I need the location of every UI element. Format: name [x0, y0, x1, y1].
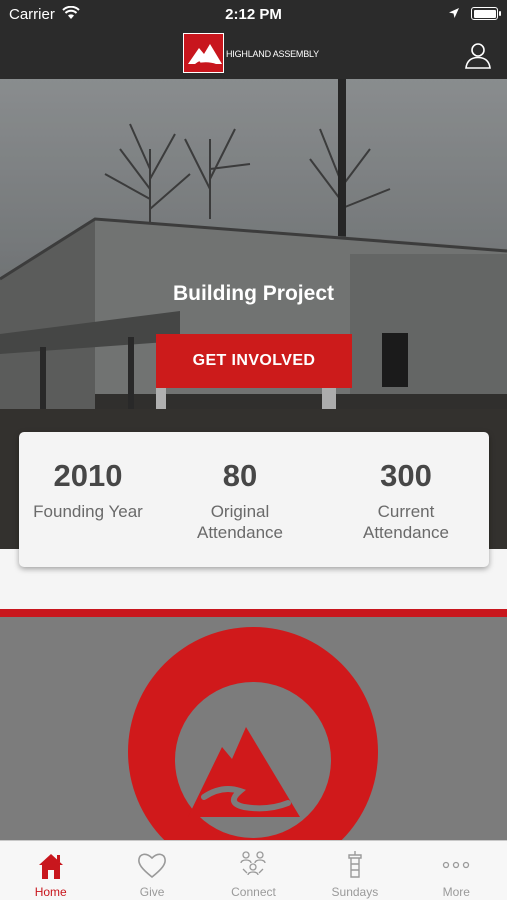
tab-sundays[interactable]: Sundays — [304, 841, 405, 900]
mountain-emblem-icon — [128, 627, 378, 840]
tab-bar: Home Give Connect Sundays More — [0, 840, 507, 900]
home-icon — [38, 854, 63, 879]
tab-label: Connect — [231, 885, 276, 899]
stat-original-attendance: 80 Original Attendance — [157, 432, 323, 567]
tab-label: Sundays — [331, 885, 379, 899]
tab-give[interactable]: Give — [101, 841, 202, 900]
stat-label: Original Attendance — [196, 502, 283, 542]
tab-connect[interactable]: Connect — [203, 841, 304, 900]
stat-value: 300 — [380, 458, 432, 493]
tab-more[interactable]: More — [406, 841, 507, 900]
clock: 2:12 PM — [225, 6, 282, 23]
pulpit-icon — [348, 851, 362, 878]
hero-title: Building Project — [172, 282, 334, 305]
stat-value: 80 — [222, 458, 258, 493]
more-icon — [443, 861, 470, 869]
heart-icon — [138, 853, 167, 879]
stat-current-attendance: 300 Current Attendance — [323, 432, 489, 567]
stat-founding-year: 2010 Founding Year — [19, 432, 157, 567]
stat-label: Founding Year — [33, 502, 143, 521]
mountain-logo-icon — [183, 33, 224, 73]
tab-label: More — [442, 885, 470, 899]
top-bar: Carrier 2:12 PM HIGHLAND ASSEMBLY — [0, 0, 507, 79]
logo-panel — [0, 617, 507, 840]
stats-card: 2010 Founding Year 80 Original Attendanc… — [19, 432, 489, 567]
battery-icon — [471, 7, 501, 20]
tab-home[interactable]: Home — [0, 841, 101, 900]
brand-name: HIGHLAND ASSEMBLY — [226, 49, 319, 59]
brand-logo[interactable]: HIGHLAND ASSEMBLY — [183, 33, 319, 73]
get-involved-button[interactable]: GET INVOLVED — [156, 334, 352, 388]
tab-label: Home — [34, 885, 67, 899]
profile-icon[interactable] — [463, 40, 493, 70]
divider — [0, 609, 507, 617]
stat-label: Current Attendance — [363, 502, 450, 542]
location-arrow-icon — [449, 8, 459, 18]
people-icon — [240, 851, 267, 876]
tab-label: Give — [139, 885, 165, 899]
stat-value: 2010 — [53, 458, 123, 493]
status-bar: Carrier 2:12 PM — [0, 0, 507, 30]
